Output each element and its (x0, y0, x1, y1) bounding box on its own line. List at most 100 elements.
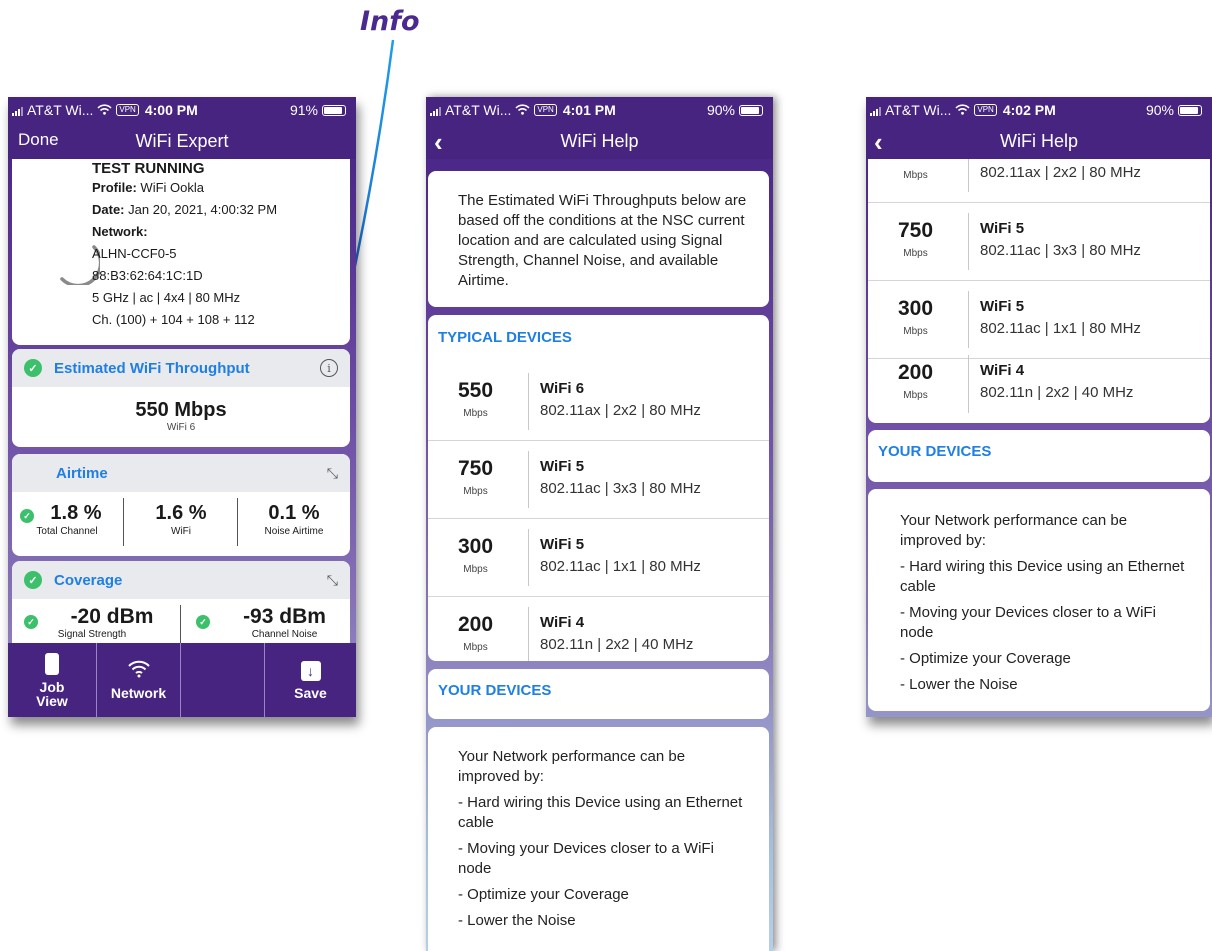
device-unit: Mbps (463, 408, 488, 419)
signal-strength-value: -20 dBm (70, 605, 154, 628)
expand-icon[interactable]: ⤡ (327, 465, 338, 482)
airtime-total-channel: 1.8 % Total Channel (36, 502, 116, 537)
improve-item: - Hard wiring this Device using an Ether… (900, 558, 1185, 595)
improve-item: - Moving your Devices closer to a WiFi n… (900, 604, 1156, 641)
phone-screen-wifi-help: AT&T Wi... VPN 4:01 PM 90% ‹ WiFi Help T… (426, 97, 773, 951)
device-speed: 550 (457, 379, 494, 402)
device-row: 550 Mbps WiFi 6 802.11ax | 2x2 | 80 MHz (428, 363, 769, 441)
throughput-value: 550 Mbps (135, 399, 227, 421)
job-view-label-2: View (36, 692, 68, 709)
noise-ok-icon: ✓ (196, 615, 210, 629)
throughput-title: Estimated WiFi Throughput (54, 359, 250, 377)
airtime-wifi-value: 1.6 % (155, 502, 207, 524)
device-row: 750 Mbps WiFi 5 802.11ac | 3x3 | 80 MHz (428, 441, 769, 519)
device-speed: 200 (897, 361, 934, 384)
cell-signal-icon (12, 104, 23, 116)
bottom-toolbar: Job View Network ↓ Save (8, 643, 356, 717)
improve-item: - Optimize your Coverage (458, 886, 629, 903)
navigation-bar: ‹ WiFi Help (866, 123, 1212, 159)
airtime-ok-icon: ✓ (20, 509, 34, 523)
your-devices-title: YOUR DEVICES (878, 443, 992, 460)
wifi-icon (127, 660, 150, 680)
check-circle-icon: ✓ (24, 571, 42, 589)
status-bar: AT&T Wi... VPN 4:01 PM 90% (426, 97, 773, 123)
improvements-card: Your Network performance can be improved… (428, 727, 769, 951)
device-row: 200 Mbps WiFi 4 802.11n | 2x2 | 40 MHz (868, 345, 1210, 423)
carrier-name: AT&T Wi... (885, 102, 952, 118)
vpn-badge: VPN (534, 104, 557, 116)
vpn-badge: VPN (974, 104, 997, 116)
device-generation: WiFi 5 (540, 458, 585, 475)
your-devices-card: YOUR DEVICES (428, 669, 769, 719)
save-label: Save (294, 684, 327, 701)
chevron-left-icon[interactable]: ‹ (434, 127, 443, 158)
battery-indicator: 90% (707, 102, 763, 118)
cell-signal-icon (870, 104, 881, 116)
device-spec: 802.11ax | 2x2 | 80 MHz (540, 402, 701, 419)
network-channels: Ch. (100) + 104 + 108 + 112 (92, 312, 255, 327)
phone-icon (45, 652, 59, 675)
device-generation: WiFi 5 (980, 220, 1025, 237)
info-icon[interactable]: i (320, 359, 338, 377)
job-view-button[interactable]: Job View (8, 643, 97, 717)
expand-icon[interactable]: ⤡ (327, 572, 338, 589)
nav-title: WiFi Expert (135, 130, 229, 151)
device-spec: 802.11ac | 1x1 | 80 MHz (980, 320, 1141, 337)
device-spec: 802.11n | 2x2 | 40 MHz (540, 636, 694, 653)
battery-percent: 90% (1145, 102, 1174, 118)
airtime-noise-value: 0.1 % (268, 502, 320, 524)
airtime-wifi-label: WiFi (171, 526, 191, 537)
navigation-bar: ‹ WiFi Help (426, 123, 773, 159)
airtime-title: Airtime (56, 464, 108, 482)
device-row: 300 Mbps WiFi 5 802.11ac | 1x1 | 80 MHz (428, 519, 769, 597)
typical-devices-card: Mbps 802.11ax | 2x2 | 80 MHz 750 Mbps Wi… (868, 159, 1210, 423)
typical-devices-card: TYPICAL DEVICES 550 Mbps WiFi 6 802.11ax… (428, 315, 769, 661)
signal-ok-icon: ✓ (24, 615, 38, 629)
carrier-name: AT&T Wi... (445, 102, 512, 118)
channel-noise-value: -93 dBm (243, 605, 326, 628)
typical-devices-title: TYPICAL DEVICES (438, 329, 572, 346)
network-bssid: 88:B3:62:64:1C:1D (92, 268, 203, 283)
battery-icon (1178, 104, 1202, 116)
device-spec: 802.11ac | 3x3 | 80 MHz (540, 480, 701, 497)
improve-intro: Your Network performance can be improved… (458, 748, 686, 785)
status-bar: AT&T Wi... VPN 4:00 PM 91% (8, 97, 356, 123)
device-generation: WiFi 5 (980, 298, 1025, 315)
device-speed: 750 (897, 219, 934, 242)
info-annotation-label: Info (360, 6, 420, 37)
network-band-info: 5 GHz | ac | 4x4 | 80 MHz (92, 290, 241, 305)
battery-indicator: 90% (1146, 102, 1202, 118)
channel-noise: -93 dBm Channel Noise (222, 605, 347, 640)
device-unit: Mbps (903, 248, 928, 259)
status-time: 4:00 PM (144, 102, 198, 118)
device-row: 200 Mbps WiFi 4 802.11n | 2x2 | 40 MHz (428, 597, 769, 661)
network-button[interactable]: Network (97, 643, 181, 717)
throughput-card[interactable]: ✓ Estimated WiFi Throughput i 550 Mbps W… (12, 349, 350, 447)
coverage-card[interactable]: ✓ Coverage ⤡ ✓ -20 dBm Signal Strength ✓… (12, 561, 350, 643)
network-ssid: ALHN-CCF0-5 (92, 246, 177, 261)
airtime-header: Airtime ⤡ (12, 454, 350, 492)
chevron-left-icon[interactable]: ‹ (874, 127, 883, 158)
device-generation: WiFi 6 (540, 380, 585, 397)
wifi-status-icon (97, 103, 112, 118)
vpn-badge: VPN (116, 104, 139, 116)
device-spec: 802.11ac | 1x1 | 80 MHz (540, 558, 701, 575)
battery-icon (739, 104, 763, 116)
navigation-bar: Done WiFi Expert (8, 123, 356, 159)
improve-item: - Lower the Noise (458, 912, 576, 929)
device-speed: 750 (457, 457, 494, 480)
profile-label: Profile: (92, 180, 137, 195)
improve-intro: Your Network performance can be improved… (900, 512, 1128, 549)
cell-signal-icon (430, 104, 441, 116)
done-button[interactable]: Done (18, 130, 59, 150)
device-spec: 802.11ax | 2x2 | 80 MHz (980, 164, 1141, 181)
save-icon: ↓ (300, 660, 321, 681)
airtime-card[interactable]: Airtime ⤡ ✓ 1.8 % Total Channel 1.6 % Wi… (12, 454, 350, 556)
signal-strength: -20 dBm Signal Strength (52, 605, 172, 640)
save-button[interactable]: ↓ Save (265, 643, 356, 717)
airtime-noise-label: Noise Airtime (264, 526, 324, 537)
nav-title: WiFi Help (999, 130, 1078, 151)
test-running-card: TEST RUNNING Profile: WiFi Ookla Date: J… (12, 159, 350, 345)
coverage-title: Coverage (54, 571, 123, 589)
wifi-status-icon (955, 103, 970, 118)
